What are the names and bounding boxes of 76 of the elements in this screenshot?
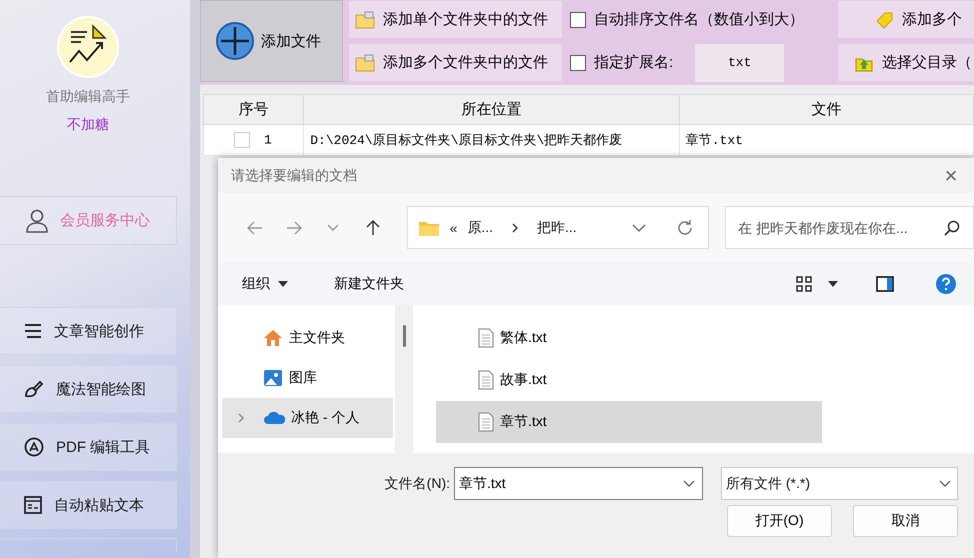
user-name: 不加糖 <box>67 116 109 134</box>
table-cell: 章节.txt <box>679 124 974 156</box>
document-icon <box>478 328 494 348</box>
organize-menu[interactable]: 组织 <box>234 270 296 296</box>
app-name: 首助编辑高手 <box>46 88 130 106</box>
scrollbar-thumb-icon <box>402 325 406 347</box>
dialog-title: 请选择要编辑的文档 <box>231 166 357 184</box>
cancel-button[interactable]: 取消 <box>853 505 958 537</box>
toolbar-button[interactable]: 选择父目录（ <box>838 44 974 81</box>
chevron-icon <box>237 412 245 424</box>
caret-icon <box>828 280 838 286</box>
home-icon <box>263 329 283 347</box>
toolbar-button[interactable]: 添加多个 <box>838 1 974 38</box>
address-bar[interactable]: « 原... 把昨... <box>406 206 710 249</box>
pane-icon <box>876 276 894 292</box>
pdf-icon <box>24 437 44 457</box>
nav-item[interactable]: 冰艳 - 个人 <box>222 398 393 438</box>
search-icon <box>944 220 960 236</box>
image-icon <box>263 368 283 388</box>
breadcrumb-item[interactable]: 原... <box>467 218 494 236</box>
file-item[interactable]: 章节.txt <box>436 401 822 443</box>
add-file-button[interactable]: 添加文件 <box>200 0 343 82</box>
table-cell: D:\2024\原目标文件夹\原目标文件夹\把昨天都作废 <box>304 124 680 156</box>
help-icon <box>936 274 956 294</box>
open-button[interactable]: 打开(O) <box>727 505 832 537</box>
column-header[interactable]: 所在位置 <box>304 94 680 124</box>
breadcrumb-item[interactable]: 把昨... <box>537 218 577 236</box>
checkbox[interactable] <box>570 54 586 70</box>
row-number: 1 <box>264 132 272 148</box>
back-arrow-icon <box>246 218 264 236</box>
chevron-icon <box>632 222 646 232</box>
option-label: 指定扩展名: <box>594 53 674 72</box>
text-panel-icon <box>24 496 42 514</box>
column-header[interactable]: 序号 <box>204 94 304 124</box>
chevron-icon <box>939 480 951 488</box>
menu-button[interactable]: 文章智能创作 <box>0 307 177 355</box>
document-icon <box>478 370 494 390</box>
person-icon <box>26 208 48 232</box>
nav-item[interactable]: 主文件夹 <box>222 318 393 358</box>
menu-button[interactable]: 魔法智能绘图 <box>0 365 177 413</box>
chevron-icon <box>683 480 695 488</box>
column-header[interactable]: 文件 <box>679 94 974 124</box>
cloud-icon <box>263 411 285 425</box>
add-folder-files-button[interactable]: 添加单个文件夹中的文件 <box>349 1 562 38</box>
document-icon <box>478 412 494 432</box>
folder-icon <box>355 10 375 28</box>
option-label: 自动排序文件名（数值小到大） <box>594 10 804 29</box>
extension-field[interactable]: txt <box>695 44 784 82</box>
nav-item[interactable]: 图库 <box>222 358 393 398</box>
file-item[interactable]: 繁体.txt <box>436 317 822 359</box>
menu-button[interactable]: 自动粘贴文本 <box>0 481 177 529</box>
logo-icon <box>57 16 119 78</box>
row-checkbox[interactable] <box>234 132 250 148</box>
menu-button[interactable]: PDF 编辑工具 <box>0 423 177 471</box>
add-folder-files-button[interactable]: 添加多个文件夹中的文件 <box>349 44 562 81</box>
lines-icon <box>24 323 42 339</box>
forward-arrow-icon <box>285 218 304 236</box>
up-arrow-icon <box>364 218 382 236</box>
filename-field[interactable]: 章节.txt <box>454 467 703 500</box>
brush-icon <box>24 380 44 398</box>
file-type-dropdown[interactable]: 所有文件 (*.*) <box>721 467 958 500</box>
folder-icon <box>355 54 375 72</box>
chevron-icon <box>327 224 340 231</box>
close-button[interactable]: × <box>936 164 966 186</box>
chevron-icon <box>511 222 520 232</box>
refresh-icon <box>676 218 694 236</box>
file-item[interactable]: 故事.txt <box>436 359 822 401</box>
overflow-button[interactable]: « <box>450 220 458 236</box>
checkbox[interactable] <box>570 12 586 28</box>
filename-label: 文件名(N): <box>384 474 450 492</box>
tag-icon <box>874 10 894 28</box>
search-field[interactable]: 在 把昨天都作废现在你在... <box>725 206 974 249</box>
grid-icon <box>796 276 812 292</box>
caret-icon <box>278 280 288 286</box>
new-folder-button[interactable]: 新建文件夹 <box>326 270 412 296</box>
plus-icon <box>215 21 255 61</box>
